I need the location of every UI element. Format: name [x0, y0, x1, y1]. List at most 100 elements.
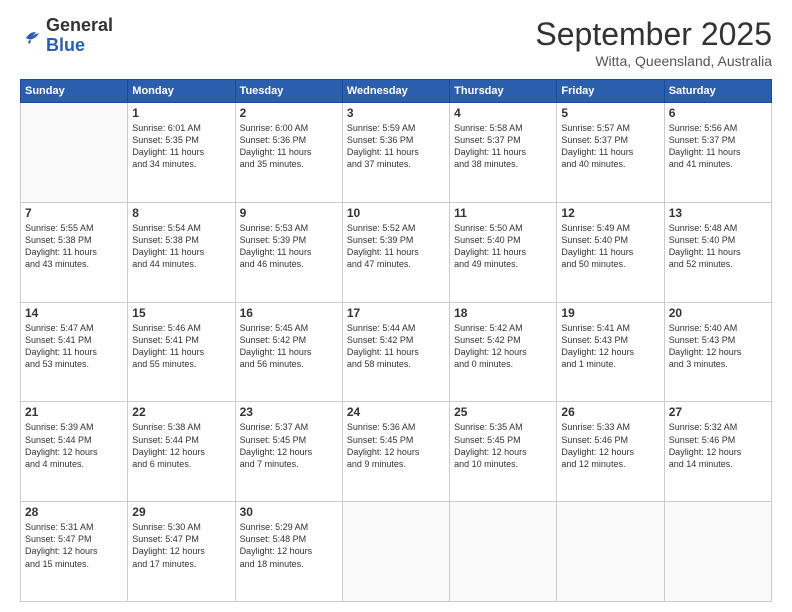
calendar-cell: 1 Sunrise: 6:01 AM Sunset: 5:35 PM Daylig…: [128, 103, 235, 203]
calendar-cell: 3Sunrise: 5:59 AM Sunset: 5:36 PM Daylig…: [342, 103, 449, 203]
day-number: 3: [347, 106, 445, 120]
day-number: 12: [561, 206, 659, 220]
calendar-week-row: 21Sunrise: 5:39 AM Sunset: 5:44 PM Dayli…: [21, 402, 772, 502]
day-number: 22: [132, 405, 230, 419]
calendar-week-row: 14 Sunrise: 5:47 AM Sunset: 5:41 PM Dayli…: [21, 302, 772, 402]
day-number: 6: [669, 106, 767, 120]
day-info: Sunrise: 5:30 AM Sunset: 5:47 PM Dayligh…: [132, 521, 230, 570]
calendar-cell: 16 Sunrise: 5:45 AM Sunset: 5:42 PM Dayli…: [235, 302, 342, 402]
day-info: Sunrise: 5:32 AM Sunset: 5:46 PM Dayligh…: [669, 421, 767, 470]
day-number: 16: [240, 306, 338, 320]
calendar-cell: [21, 103, 128, 203]
calendar-cell: 24 Sunrise: 5:36 AM Sunset: 5:45 PM Dayli…: [342, 402, 449, 502]
logo: General Blue: [20, 16, 113, 56]
day-info: Sunrise: 5:36 AM Sunset: 5:45 PM Dayligh…: [347, 421, 445, 470]
calendar-week-row: 1 Sunrise: 6:01 AM Sunset: 5:35 PM Daylig…: [21, 103, 772, 203]
day-info: Sunrise: 5:50 AM Sunset: 5:40 PM Dayligh…: [454, 222, 552, 271]
day-info: Sunrise: 5:35 AM Sunset: 5:45 PM Dayligh…: [454, 421, 552, 470]
day-info: Sunrise: 5:41 AM Sunset: 5:43 PM Dayligh…: [561, 322, 659, 371]
title-block: September 2025 Witta, Queensland, Austra…: [535, 16, 772, 69]
day-info: Sunrise: 5:39 AM Sunset: 5:44 PM Dayligh…: [25, 421, 123, 470]
day-info: Sunrise: 5:48 AM Sunset: 5:40 PM Dayligh…: [669, 222, 767, 271]
col-header-sunday: Sunday: [21, 80, 128, 103]
day-info: Sunrise: 5:31 AM Sunset: 5:47 PM Dayligh…: [25, 521, 123, 570]
col-header-wednesday: Wednesday: [342, 80, 449, 103]
day-number: 9: [240, 206, 338, 220]
day-info: Sunrise: 5:54 AM Sunset: 5:38 PM Dayligh…: [132, 222, 230, 271]
day-info: Sunrise: 5:37 AM Sunset: 5:45 PM Dayligh…: [240, 421, 338, 470]
day-number: 8: [132, 206, 230, 220]
day-number: 28: [25, 505, 123, 519]
calendar-cell: 17Sunrise: 5:44 AM Sunset: 5:42 PM Dayli…: [342, 302, 449, 402]
calendar-cell: 12 Sunrise: 5:49 AM Sunset: 5:40 PM Dayli…: [557, 202, 664, 302]
day-info: Sunrise: 6:01 AM Sunset: 5:35 PM Dayligh…: [132, 122, 230, 171]
day-info: Sunrise: 5:56 AM Sunset: 5:37 PM Dayligh…: [669, 122, 767, 171]
calendar-cell: 13 Sunrise: 5:48 AM Sunset: 5:40 PM Dayli…: [664, 202, 771, 302]
day-info: Sunrise: 5:53 AM Sunset: 5:39 PM Dayligh…: [240, 222, 338, 271]
calendar-cell: 15 Sunrise: 5:46 AM Sunset: 5:41 PM Dayli…: [128, 302, 235, 402]
day-number: 10: [347, 206, 445, 220]
calendar-cell: [342, 502, 449, 602]
day-number: 5: [561, 106, 659, 120]
calendar-cell: 22 Sunrise: 5:38 AM Sunset: 5:44 PM Dayli…: [128, 402, 235, 502]
day-number: 24: [347, 405, 445, 419]
day-info: Sunrise: 5:33 AM Sunset: 5:46 PM Dayligh…: [561, 421, 659, 470]
day-info: Sunrise: 5:45 AM Sunset: 5:42 PM Dayligh…: [240, 322, 338, 371]
calendar-cell: 20Sunrise: 5:40 AM Sunset: 5:43 PM Dayli…: [664, 302, 771, 402]
logo-bird-icon: [20, 25, 42, 47]
day-info: Sunrise: 5:38 AM Sunset: 5:44 PM Dayligh…: [132, 421, 230, 470]
calendar-cell: [557, 502, 664, 602]
day-number: 7: [25, 206, 123, 220]
calendar-cell: 8 Sunrise: 5:54 AM Sunset: 5:38 PM Daylig…: [128, 202, 235, 302]
page: General Blue September 2025 Witta, Queen…: [0, 0, 792, 612]
calendar-cell: 29Sunrise: 5:30 AM Sunset: 5:47 PM Dayli…: [128, 502, 235, 602]
calendar-cell: 18 Sunrise: 5:42 AM Sunset: 5:42 PM Dayli…: [450, 302, 557, 402]
day-number: 13: [669, 206, 767, 220]
calendar-cell: 21Sunrise: 5:39 AM Sunset: 5:44 PM Dayli…: [21, 402, 128, 502]
logo-text: General Blue: [46, 16, 113, 56]
day-number: 25: [454, 405, 552, 419]
logo-blue: Blue: [46, 35, 85, 55]
day-info: Sunrise: 5:57 AM Sunset: 5:37 PM Dayligh…: [561, 122, 659, 171]
calendar-cell: 9 Sunrise: 5:53 AM Sunset: 5:39 PM Daylig…: [235, 202, 342, 302]
calendar-cell: 19 Sunrise: 5:41 AM Sunset: 5:43 PM Dayli…: [557, 302, 664, 402]
col-header-monday: Monday: [128, 80, 235, 103]
day-number: 1: [132, 106, 230, 120]
calendar-week-row: 28 Sunrise: 5:31 AM Sunset: 5:47 PM Dayli…: [21, 502, 772, 602]
col-header-friday: Friday: [557, 80, 664, 103]
calendar-cell: 5 Sunrise: 5:57 AM Sunset: 5:37 PM Daylig…: [557, 103, 664, 203]
location: Witta, Queensland, Australia: [535, 53, 772, 69]
day-number: 27: [669, 405, 767, 419]
day-info: Sunrise: 5:47 AM Sunset: 5:41 PM Dayligh…: [25, 322, 123, 371]
day-number: 19: [561, 306, 659, 320]
day-number: 14: [25, 306, 123, 320]
day-number: 17: [347, 306, 445, 320]
calendar-cell: 14 Sunrise: 5:47 AM Sunset: 5:41 PM Dayli…: [21, 302, 128, 402]
calendar-cell: [664, 502, 771, 602]
day-info: Sunrise: 5:55 AM Sunset: 5:38 PM Dayligh…: [25, 222, 123, 271]
calendar-cell: 2 Sunrise: 6:00 AM Sunset: 5:36 PM Daylig…: [235, 103, 342, 203]
day-number: 18: [454, 306, 552, 320]
calendar-week-row: 7 Sunrise: 5:55 AM Sunset: 5:38 PM Daylig…: [21, 202, 772, 302]
day-number: 2: [240, 106, 338, 120]
col-header-thursday: Thursday: [450, 80, 557, 103]
calendar-table: SundayMondayTuesdayWednesdayThursdayFrid…: [20, 79, 772, 602]
day-info: Sunrise: 5:46 AM Sunset: 5:41 PM Dayligh…: [132, 322, 230, 371]
calendar-cell: [450, 502, 557, 602]
day-info: Sunrise: 6:00 AM Sunset: 5:36 PM Dayligh…: [240, 122, 338, 171]
day-number: 15: [132, 306, 230, 320]
day-info: Sunrise: 5:40 AM Sunset: 5:43 PM Dayligh…: [669, 322, 767, 371]
calendar-cell: 6 Sunrise: 5:56 AM Sunset: 5:37 PM Daylig…: [664, 103, 771, 203]
day-number: 4: [454, 106, 552, 120]
day-number: 23: [240, 405, 338, 419]
calendar-cell: 11 Sunrise: 5:50 AM Sunset: 5:40 PM Dayli…: [450, 202, 557, 302]
day-number: 11: [454, 206, 552, 220]
calendar-cell: 10Sunrise: 5:52 AM Sunset: 5:39 PM Dayli…: [342, 202, 449, 302]
calendar-cell: 27 Sunrise: 5:32 AM Sunset: 5:46 PM Dayli…: [664, 402, 771, 502]
calendar-cell: 4Sunrise: 5:58 AM Sunset: 5:37 PM Daylig…: [450, 103, 557, 203]
calendar-cell: 30Sunrise: 5:29 AM Sunset: 5:48 PM Dayli…: [235, 502, 342, 602]
day-info: Sunrise: 5:42 AM Sunset: 5:42 PM Dayligh…: [454, 322, 552, 371]
calendar-header-row: SundayMondayTuesdayWednesdayThursdayFrid…: [21, 80, 772, 103]
day-info: Sunrise: 5:49 AM Sunset: 5:40 PM Dayligh…: [561, 222, 659, 271]
logo-general: General: [46, 15, 113, 35]
